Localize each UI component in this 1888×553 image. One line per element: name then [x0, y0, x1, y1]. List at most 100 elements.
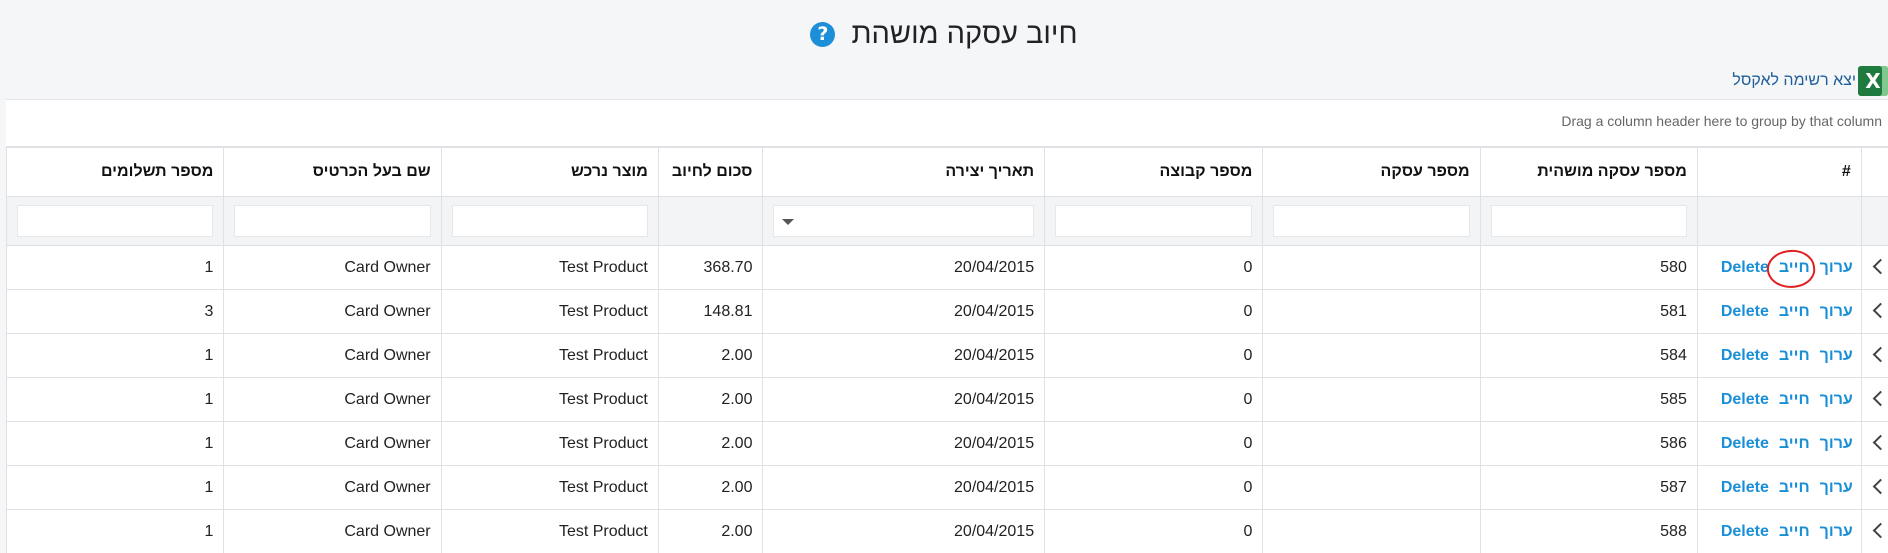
column-header-group-id[interactable]: מספר קבוצה — [1045, 148, 1263, 197]
edit-button[interactable]: ערוך — [1820, 479, 1853, 496]
delete-button[interactable]: Delete — [1721, 479, 1769, 496]
column-header-card-owner[interactable]: שם בעל הכרטיס — [224, 148, 441, 197]
table-row[interactable]: ערוךחייבDelete587020/04/20152.00Test Pro… — [7, 466, 1888, 510]
expand-cell[interactable] — [1861, 422, 1888, 466]
column-header-amount[interactable]: סכום לחיוב — [658, 148, 763, 197]
column-header-payments[interactable]: מספר תשלומים — [7, 148, 224, 197]
actions-cell: ערוך חייב Delete — [1697, 466, 1861, 510]
chevron-right-icon[interactable] — [1873, 478, 1888, 494]
edit-button[interactable]: ערוך — [1820, 347, 1853, 364]
filter-deal-id-input[interactable] — [1273, 205, 1469, 237]
edit-button[interactable]: ערוך — [1820, 303, 1853, 320]
filter-cell-amount — [658, 197, 763, 246]
cell-deal-id — [1263, 246, 1480, 290]
edit-button[interactable]: ערוך — [1820, 523, 1853, 540]
cell-payments: 1 — [7, 422, 224, 466]
expand-cell[interactable] — [1861, 466, 1888, 510]
page-title-text: חיוב עסקה מושהת — [852, 18, 1078, 50]
table-row[interactable]: ערוךחייבDelete584020/04/20152.00Test Pro… — [7, 334, 1888, 378]
cell-payments: 3 — [7, 290, 224, 334]
filter-created-dropdown[interactable] — [773, 205, 1034, 237]
charge-button[interactable]: חייב — [1779, 347, 1810, 364]
page-title: חיוב עסקה מושהת ? — [0, 18, 1888, 51]
expand-cell[interactable] — [1861, 290, 1888, 334]
table-row[interactable]: ערוךחייבDelete581020/04/2015148.81Test P… — [7, 290, 1888, 334]
cell-suspended-id: 581 — [1480, 290, 1697, 334]
cell-card-owner: Card Owner — [224, 510, 441, 553]
cell-created: 20/04/2015 — [763, 290, 1045, 334]
cell-amount: 2.00 — [658, 466, 763, 510]
cell-card-owner: Card Owner — [224, 290, 441, 334]
expand-cell[interactable] — [1861, 246, 1888, 290]
cell-group-id: 0 — [1045, 334, 1263, 378]
cell-deal-id — [1263, 466, 1480, 510]
question-circle-icon[interactable]: ? — [810, 22, 835, 47]
cell-amount: 2.00 — [658, 422, 763, 466]
cell-deal-id — [1263, 378, 1480, 422]
cell-deal-id — [1263, 422, 1480, 466]
chevron-right-icon[interactable] — [1873, 390, 1888, 406]
cell-payments: 1 — [7, 510, 224, 553]
filter-group-id-input[interactable] — [1055, 205, 1252, 237]
expand-cell[interactable] — [1861, 334, 1888, 378]
actions-cell: ערוך חייב Delete — [1697, 290, 1861, 334]
column-header-hash[interactable]: # — [1697, 148, 1861, 197]
excel-icon[interactable]: X — [1858, 66, 1888, 96]
filter-suspended-id-input[interactable] — [1491, 205, 1687, 237]
group-panel[interactable]: Drag a column header here to group by th… — [6, 100, 1888, 147]
chevron-right-icon[interactable] — [1873, 346, 1888, 362]
delete-button[interactable]: Delete — [1721, 391, 1769, 408]
delete-button[interactable]: Delete — [1721, 435, 1769, 452]
column-header-deal-id[interactable]: מספר עסקה — [1263, 148, 1480, 197]
cell-deal-id — [1263, 510, 1480, 553]
edit-button[interactable]: ערוך — [1820, 259, 1853, 276]
delete-button[interactable]: Delete — [1721, 523, 1769, 540]
charge-button[interactable]: חייב — [1779, 391, 1810, 408]
edit-button[interactable]: ערוך — [1820, 391, 1853, 408]
column-header-created[interactable]: תאריך יצירה — [763, 148, 1045, 197]
expand-cell[interactable] — [1861, 510, 1888, 553]
grid-table: # מספר עסקה מושהית מספר עסקה מספר קבוצה … — [6, 147, 1888, 553]
cell-product: Test Product — [441, 246, 658, 290]
filter-payments-input[interactable] — [17, 205, 213, 237]
actions-cell: ערוך חייב Delete — [1697, 510, 1861, 553]
filter-cell-hash — [1697, 197, 1861, 246]
cell-card-owner: Card Owner — [224, 334, 441, 378]
chevron-right-icon[interactable] — [1873, 522, 1888, 538]
cell-card-owner: Card Owner — [224, 246, 441, 290]
header-row: # מספר עסקה מושהית מספר עסקה מספר קבוצה … — [7, 148, 1888, 197]
delete-button[interactable]: Delete — [1721, 259, 1769, 276]
export-excel[interactable]: X יצא רשימה לאקסל — [1732, 66, 1888, 96]
data-grid: Drag a column header here to group by th… — [6, 99, 1888, 553]
cell-group-id: 0 — [1045, 378, 1263, 422]
edit-button[interactable]: ערוך — [1820, 435, 1853, 452]
cell-product: Test Product — [441, 334, 658, 378]
column-header-product[interactable]: מוצר נרכש — [441, 148, 658, 197]
delete-button[interactable]: Delete — [1721, 347, 1769, 364]
chevron-right-icon[interactable] — [1873, 258, 1888, 274]
cell-card-owner: Card Owner — [224, 466, 441, 510]
table-row[interactable]: ערוךחייבDelete585020/04/20152.00Test Pro… — [7, 378, 1888, 422]
export-excel-link[interactable]: יצא רשימה לאקסל — [1732, 72, 1856, 90]
table-row[interactable]: ערוךחייבDelete580020/04/2015368.70Test P… — [7, 246, 1888, 290]
filter-product-input[interactable] — [452, 205, 648, 237]
cell-deal-id — [1263, 290, 1480, 334]
charge-button[interactable]: חייב — [1779, 435, 1810, 452]
column-header-suspended-id[interactable]: מספר עסקה מושהית — [1480, 148, 1697, 197]
expand-cell[interactable] — [1861, 378, 1888, 422]
table-row[interactable]: ערוךחייבDelete586020/04/20152.00Test Pro… — [7, 422, 1888, 466]
table-row[interactable]: ערוךחייבDelete588020/04/20152.00Test Pro… — [7, 510, 1888, 553]
charge-button[interactable]: חייב — [1779, 303, 1810, 320]
charge-button[interactable]: חייב — [1779, 479, 1810, 496]
cell-created: 20/04/2015 — [763, 466, 1045, 510]
cell-payments: 1 — [7, 466, 224, 510]
chevron-right-icon[interactable] — [1873, 434, 1888, 450]
charge-button[interactable]: חייב — [1779, 523, 1810, 540]
filter-card-owner-input[interactable] — [234, 205, 430, 237]
cell-deal-id — [1263, 334, 1480, 378]
chevron-right-icon[interactable] — [1873, 302, 1888, 318]
charge-button[interactable]: חייב — [1779, 259, 1810, 276]
cell-created: 20/04/2015 — [763, 246, 1045, 290]
cell-suspended-id: 580 — [1480, 246, 1697, 290]
delete-button[interactable]: Delete — [1721, 303, 1769, 320]
